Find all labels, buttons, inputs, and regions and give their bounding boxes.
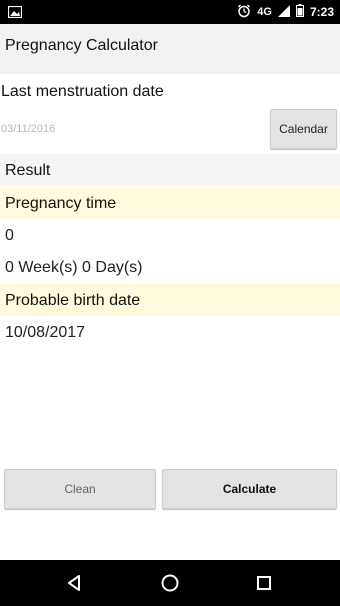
- calendar-button[interactable]: Calendar: [270, 109, 337, 149]
- navigation-bar: [0, 560, 340, 606]
- image-icon: [7, 5, 23, 19]
- calculate-button[interactable]: Calculate: [162, 469, 337, 509]
- recents-icon[interactable]: [252, 571, 276, 595]
- pregnancy-time-label: Pregnancy time: [5, 195, 117, 212]
- birth-date-label: Probable birth date: [5, 292, 141, 309]
- app-title: Pregnancy Calculator: [5, 37, 158, 54]
- back-icon[interactable]: [62, 571, 86, 595]
- pregnancy-weeks-value: 0 Week(s) 0 Day(s): [5, 259, 143, 276]
- clean-button[interactable]: Clean: [4, 469, 156, 509]
- home-icon[interactable]: [158, 571, 182, 595]
- status-bar: 4G 7:23: [0, 0, 340, 24]
- pregnancy-time-value: 0: [5, 227, 14, 244]
- status-icons: 4G 7:23: [237, 0, 334, 24]
- birth-date-header: Probable birth date: [0, 284, 340, 316]
- battery-icon: [295, 4, 304, 20]
- result-header: Result: [0, 154, 340, 186]
- signal-icon: [277, 4, 290, 20]
- pregnancy-time-header: Pregnancy time: [0, 187, 340, 219]
- network-type: 4G: [257, 6, 272, 18]
- last-menstruation-label: Last menstruation date: [1, 83, 164, 100]
- date-input[interactable]: [1, 121, 201, 137]
- birth-date-value: 10/08/2017: [5, 324, 86, 341]
- alarm-icon: [237, 4, 251, 21]
- app-header: Pregnancy Calculator: [0, 24, 340, 74]
- result-label: Result: [5, 162, 51, 179]
- status-time: 7:23: [309, 5, 334, 19]
